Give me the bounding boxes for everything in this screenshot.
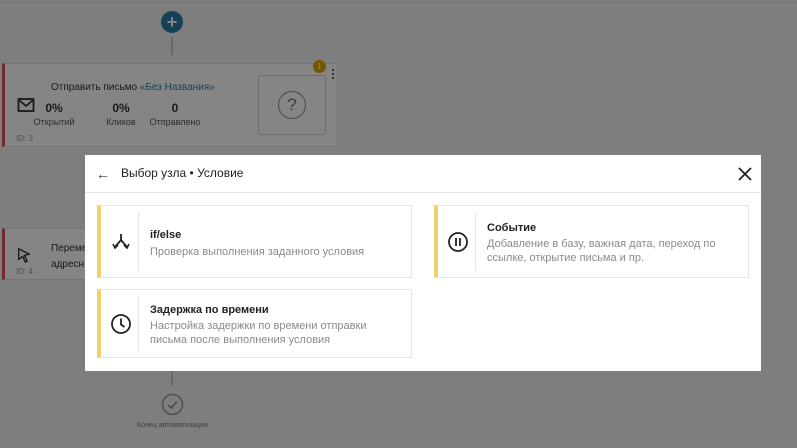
card-if-else[interactable]: if/else Проверка выполнения заданного ус… — [97, 205, 412, 278]
card-time-delay[interactable]: Задержка по времени Настройка задержки п… — [97, 289, 412, 358]
card-event[interactable]: Событие Добавление в базу, важная дата, … — [434, 205, 749, 278]
card-title: Событие — [487, 222, 537, 234]
modal-title: Выбор узла • Условие — [121, 166, 244, 180]
card-divider — [138, 296, 139, 351]
clock-icon — [111, 314, 131, 334]
close-icon[interactable] — [736, 165, 754, 183]
node-selection-modal: ← Выбор узла • Условие if/else Проверка … — [85, 155, 761, 371]
card-title: if/else — [150, 229, 182, 241]
card-divider — [475, 212, 476, 271]
back-arrow-icon[interactable]: ← — [95, 164, 111, 184]
card-divider — [138, 212, 139, 271]
card-description: Настройка задержки по времени отправки п… — [150, 320, 367, 346]
card-description: Проверка выполнения заданного условия — [150, 246, 365, 258]
branch-icon — [112, 234, 130, 250]
card-title: Задержка по времени — [150, 304, 269, 316]
pause-circle-icon — [448, 232, 468, 252]
modal-header: ← Выбор узла • Условие — [85, 155, 761, 193]
card-description: Добавление в базу, важная дата, переход … — [487, 238, 716, 264]
